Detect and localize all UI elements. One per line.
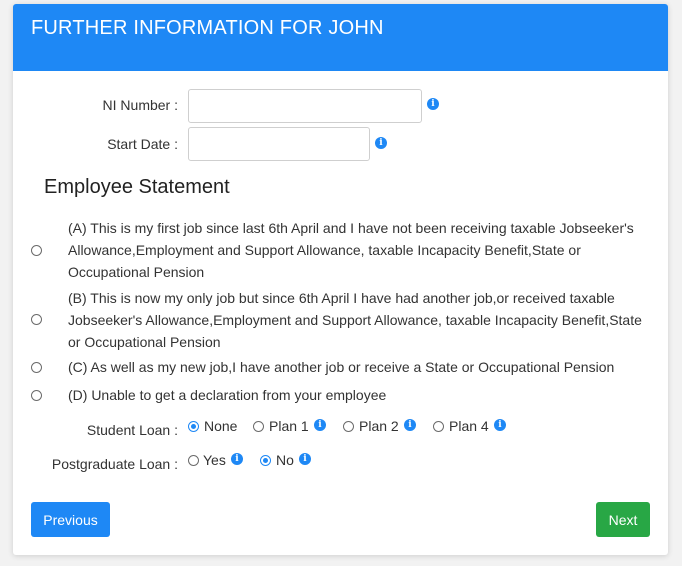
ni-number-info-icon[interactable]: i <box>427 98 439 110</box>
start-date-input[interactable] <box>188 127 370 161</box>
postgraduate-yes-info-icon[interactable]: i <box>231 453 243 465</box>
student-loan-plan1-radio[interactable] <box>253 421 264 432</box>
ni-number-label: NI Number : <box>102 97 178 113</box>
student-loan-none-label: None <box>204 418 238 434</box>
start-date-info-icon[interactable]: i <box>375 137 387 149</box>
student-loan-none-radio[interactable] <box>188 421 199 432</box>
statement-d-text: (D) Unable to get a declaration from you… <box>68 387 387 403</box>
student-loan-plan2-label: Plan 2 <box>359 418 399 434</box>
statement-a-text: (A) This is my first job since last 6th … <box>68 220 634 280</box>
statement-c-text: (C) As well as my new job,I have another… <box>68 359 615 375</box>
previous-button[interactable]: Previous <box>31 502 110 537</box>
postgraduate-loan-label: Postgraduate Loan : <box>51 456 178 472</box>
student-loan-plan4-label: Plan 4 <box>449 418 489 434</box>
plan2-info-icon[interactable]: i <box>404 419 416 431</box>
statement-c-radio[interactable] <box>31 362 42 373</box>
postgraduate-loan-no-radio[interactable] <box>260 455 271 466</box>
postgraduate-loan-yes-radio[interactable] <box>188 455 199 466</box>
student-loan-plan2-radio[interactable] <box>343 421 354 432</box>
postgraduate-loan-yes-label: Yes <box>203 452 226 468</box>
plan1-info-icon[interactable]: i <box>314 419 326 431</box>
next-button[interactable]: Next <box>596 502 650 537</box>
card-header: FURTHER INFORMATION FOR JOHN <box>13 4 668 71</box>
statement-a-radio[interactable] <box>31 245 42 256</box>
start-date-label: Start Date : <box>107 136 178 152</box>
statement-d-radio[interactable] <box>31 390 42 401</box>
plan4-info-icon[interactable]: i <box>494 419 506 431</box>
student-loan-plan4-radio[interactable] <box>433 421 444 432</box>
postgraduate-loan-no-label: No <box>276 452 294 468</box>
statement-b-radio[interactable] <box>31 314 42 325</box>
further-info-card: FURTHER INFORMATION FOR JOHN NI Number :… <box>13 4 668 555</box>
employee-statement-title: Employee Statement <box>44 176 230 198</box>
page-title: FURTHER INFORMATION FOR JOHN <box>31 17 384 39</box>
student-loan-plan1-label: Plan 1 <box>269 418 309 434</box>
student-loan-label: Student Loan : <box>86 422 178 438</box>
ni-number-input[interactable] <box>188 89 422 123</box>
postgraduate-no-info-icon[interactable]: i <box>299 453 311 465</box>
statement-b-text: (B) This is now my only job but since 6t… <box>68 290 642 350</box>
